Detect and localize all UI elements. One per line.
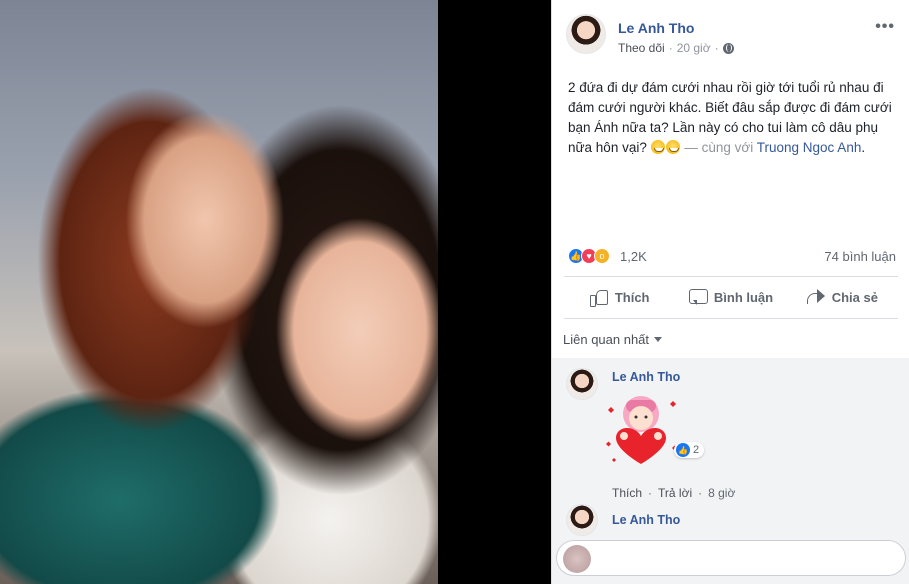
comment-reply-link[interactable]: Trả lời [658, 486, 692, 500]
comment-item: Le Anh Tho [566, 504, 896, 538]
follow-link[interactable]: Theo dõi [618, 41, 665, 55]
comment-input[interactable] [601, 550, 891, 565]
commenter-avatar[interactable] [566, 368, 598, 400]
divider [564, 318, 898, 319]
commenter-name[interactable]: Le Anh Tho [612, 513, 680, 527]
comment-composer[interactable] [556, 540, 906, 576]
photo-backdrop [438, 0, 551, 584]
post-time[interactable]: 20 giờ [677, 41, 711, 55]
like-reaction-icon: 👍 [676, 443, 690, 457]
reaction-count[interactable]: 1,2K [620, 249, 647, 264]
share-button[interactable]: Chia sẻ [787, 280, 898, 314]
author-name[interactable]: Le Anh Tho [618, 20, 694, 36]
tagged-person-link[interactable]: Truong Ngoc Anh [757, 140, 862, 155]
reaction-icons[interactable]: 👍 ♥ o [568, 248, 610, 264]
like-button[interactable]: Thích [564, 280, 675, 314]
like-button-label: Thích [614, 289, 650, 305]
post-side-panel: Le Anh Tho Theo dõi · 20 giờ · ••• 2 đứa… [551, 0, 909, 584]
comment-time[interactable]: 8 giờ [708, 486, 735, 500]
comment-sort-dropdown[interactable]: Liên quan nhất [563, 332, 663, 347]
comment-icon [688, 289, 708, 305]
wow-reaction-icon: o [594, 248, 610, 264]
meta-separator: · [668, 41, 673, 55]
heart-hug-sticker [606, 396, 677, 464]
post-text: 2 đứa đi dự đám cưới nhau rồi giờ tới tu… [568, 78, 896, 158]
sort-label: Liên quan nhất [563, 332, 650, 347]
post-actions: Thích Bình luận Chia sẻ [564, 280, 898, 314]
comment-button[interactable]: Bình luận [675, 280, 786, 314]
with-label: — cùng với [684, 140, 757, 155]
post-header: Le Anh Tho Theo dõi · 20 giờ · [566, 14, 906, 60]
comment-button-label: Bình luận [713, 289, 774, 305]
globe-icon [722, 42, 734, 54]
post-text-end: . [861, 140, 866, 155]
reactions-row: 👍 ♥ o 1,2K 74 bình luận [568, 246, 896, 266]
comment-actions: Thích · Trả lời · 8 giờ [612, 486, 735, 500]
comment-sort-row: Liên quan nhất [552, 320, 909, 358]
comment-reaction-count: 2 [693, 444, 700, 456]
commenter-avatar[interactable] [566, 504, 598, 536]
meta-separator: · [714, 41, 719, 55]
post-meta: Theo dõi · 20 giờ · [618, 41, 734, 55]
action-separator: · [648, 486, 653, 500]
comments-list: Le Anh Tho 👍 2 Thích · Trả lời · 8 giờ L… [552, 358, 909, 584]
author-avatar[interactable] [566, 14, 606, 54]
comment-like-link[interactable]: Thích [612, 486, 642, 500]
comment-count[interactable]: 74 bình luận [824, 249, 896, 264]
action-separator: · [698, 486, 703, 500]
grin-emoji-icon [650, 140, 665, 154]
like-icon [589, 289, 608, 307]
divider [564, 276, 898, 277]
comment-item: Le Anh Tho 👍 2 Thích · Trả lời · 8 giờ [566, 368, 896, 508]
commenter-name[interactable]: Le Anh Tho [612, 370, 680, 384]
post-photo[interactable] [0, 0, 551, 584]
comment-reaction-badge[interactable]: 👍 2 [674, 442, 705, 458]
chevron-down-icon [654, 337, 663, 342]
share-button-label: Chia sẻ [831, 289, 878, 305]
current-user-avatar [563, 545, 591, 573]
photo-image [0, 0, 438, 584]
grin-emoji-icon [665, 140, 680, 154]
more-options-icon[interactable]: ••• [875, 18, 895, 36]
share-icon [806, 289, 825, 305]
